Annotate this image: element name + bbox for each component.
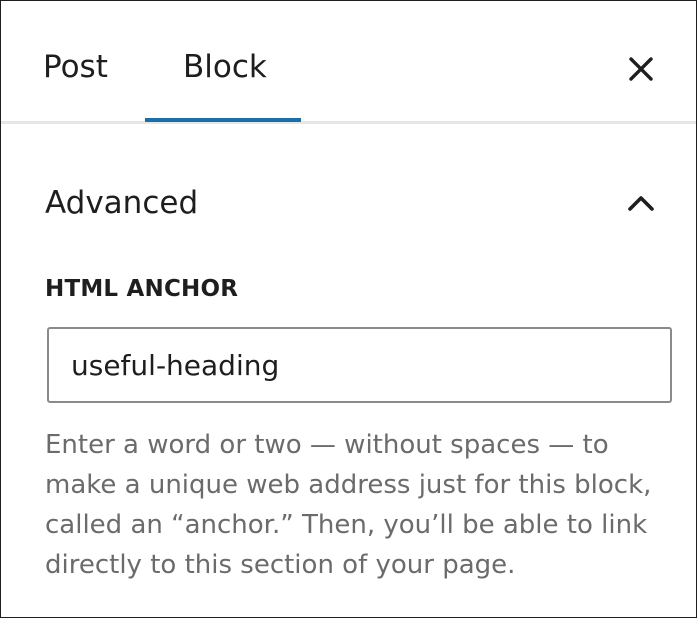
close-button[interactable] — [619, 47, 663, 91]
panel-title: Advanced — [45, 185, 199, 221]
sidebar-header: Post Block — [1, 1, 696, 124]
tab-block[interactable]: Block — [183, 47, 267, 87]
advanced-panel-toggle[interactable]: Advanced — [1, 161, 696, 245]
block-settings-sidebar: Post Block Advanced HTML ANCHOR Enter a … — [0, 0, 697, 618]
tab-post[interactable]: Post — [43, 47, 108, 87]
chevron-up-icon — [619, 181, 663, 225]
close-icon — [629, 57, 653, 81]
html-anchor-input[interactable] — [47, 327, 672, 403]
html-anchor-label: HTML ANCHOR — [45, 276, 239, 302]
active-tab-indicator — [145, 118, 301, 122]
html-anchor-help: Enter a word or two — without spaces — t… — [45, 430, 652, 580]
